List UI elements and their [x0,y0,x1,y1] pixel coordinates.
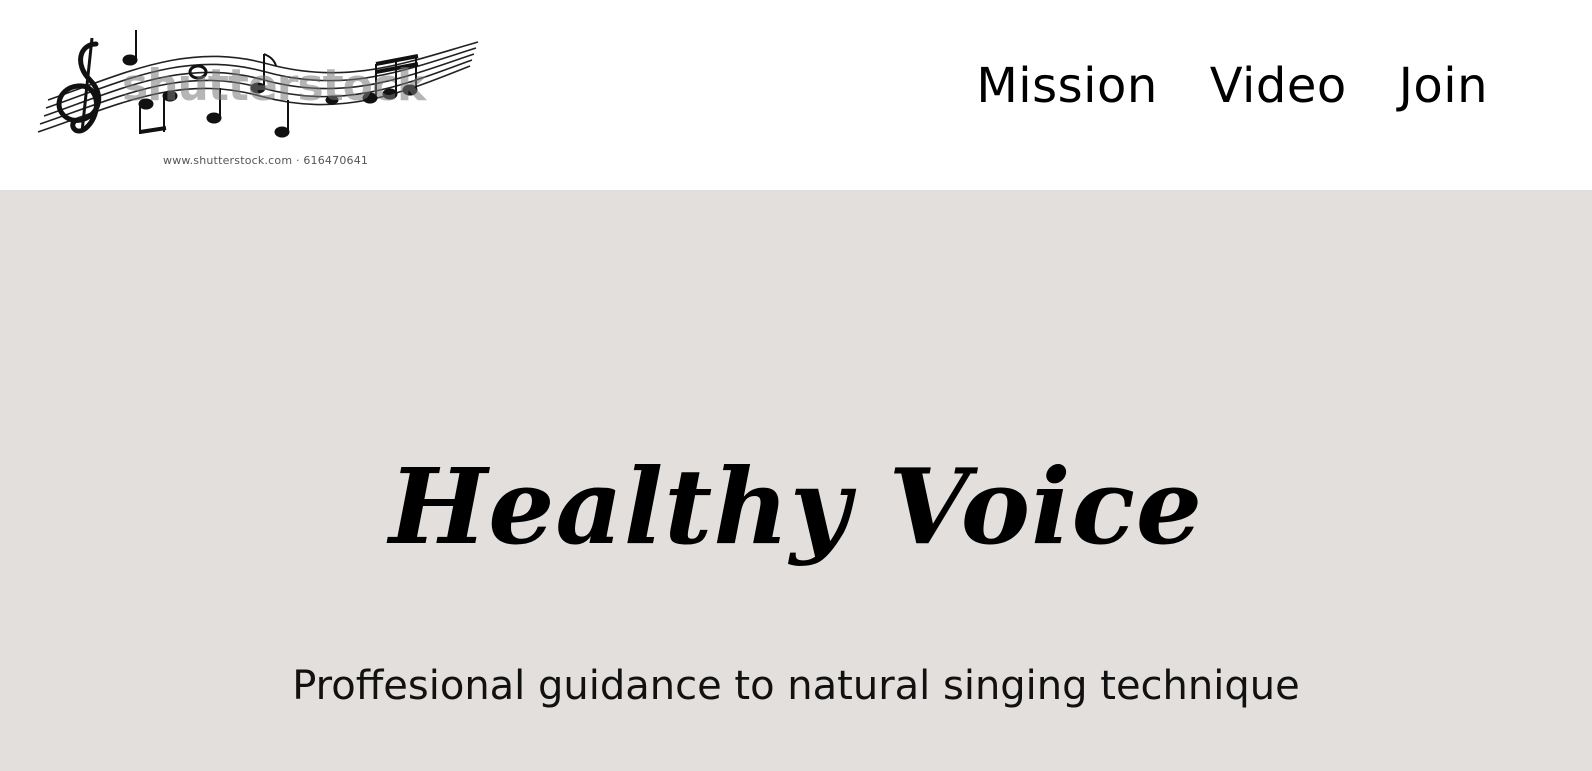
nav-link-join[interactable]: Join [1399,62,1488,110]
nav-link-mission[interactable]: Mission [976,62,1157,110]
hero-title: Healthy Voice [388,444,1204,568]
main-nav: Mission Video Join [976,62,1488,110]
nav-link-video[interactable]: Video [1210,62,1347,110]
hero-section: Healthy Voice Proffesional guidance to n… [0,190,1592,771]
logo[interactable]: shutterstock www.shutterstock.com · 6164… [30,24,486,172]
logo-caption: www.shutterstock.com · 616470641 [163,154,369,167]
hero-subtitle: Proffesional guidance to natural singing… [292,663,1300,709]
site-header: shutterstock www.shutterstock.com · 6164… [0,0,1592,190]
logo-watermark: shutterstock [122,60,426,111]
